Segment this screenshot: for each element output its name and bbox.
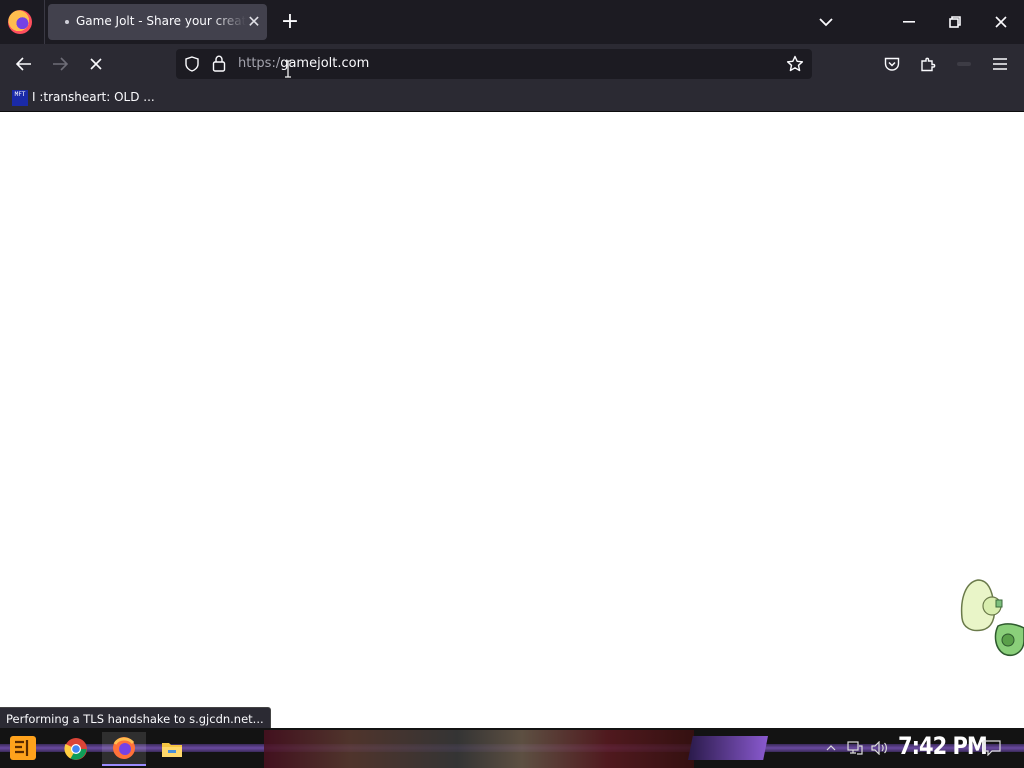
back-button[interactable] [10,50,38,78]
show-hidden-icons-button[interactable] [822,736,840,760]
firefox-icon [113,737,135,759]
list-all-tabs-button[interactable] [812,10,840,34]
taskbar-decorative-accent [688,736,768,760]
chevron-up-icon [826,745,836,751]
forward-button[interactable] [46,50,74,78]
desktop-mascot-peridot [960,579,1024,656]
bookmarks-toolbar: MFT I :transheart: OLD ... [0,84,1024,112]
url-host: gamejolt.com [280,56,370,71]
tracking-protection-shield-icon[interactable] [184,56,200,72]
bookmark-label: I :transheart: OLD ... [32,90,155,104]
extension-disabled-button[interactable] [950,50,978,78]
hamburger-menu-icon [993,58,1007,70]
bookmark-favicon: MFT [12,90,28,106]
lock-icon[interactable] [212,55,226,72]
tab-title: Game Jolt - Share your creations [76,14,246,28]
tab-close-icon[interactable]: ✕ [244,12,264,32]
screen: Game Jolt - Share your creations ✕ + [0,0,1024,768]
close-window-button[interactable] [978,0,1024,44]
extension-icon [957,62,971,66]
tab-strip: Game Jolt - Share your creations ✕ + [0,0,1024,44]
text-cursor-icon [285,60,291,78]
taskbar-file-explorer[interactable] [150,732,194,766]
url-text[interactable]: https:/gamejolt.com [238,56,369,71]
taskbar-decorative-banner [264,730,694,768]
extensions-button[interactable] [914,50,942,78]
close-icon [995,16,1007,28]
pocket-icon [884,57,900,71]
bookmark-star-icon[interactable] [786,55,804,73]
taskbar-firefox[interactable] [102,732,146,766]
minimize-icon [903,21,915,23]
page-content [0,113,1024,728]
network-icon [847,741,863,755]
tab-separator [44,0,45,44]
url-bar[interactable]: https:/gamejolt.com [176,49,812,79]
notification-icon [983,740,1001,756]
taskbar-clock[interactable]: 7:42 PM [898,732,988,760]
start-button-icon[interactable] [8,734,38,762]
stop-loading-button[interactable] [82,50,110,78]
volume-button[interactable] [868,736,892,760]
app-menu-button[interactable] [986,50,1014,78]
restore-icon [949,16,961,28]
stop-icon [90,58,102,70]
taskbar-chrome[interactable] [54,732,98,766]
forward-arrow-icon [53,57,68,71]
status-tooltip: Performing a TLS handshake to s.gjcdn.ne… [0,707,271,729]
minimize-button[interactable] [886,0,932,44]
firefox-menu-icon[interactable] [8,10,32,34]
restore-button[interactable] [932,0,978,44]
network-button[interactable] [844,736,866,760]
tab-gamejolt[interactable]: Game Jolt - Share your creations ✕ [48,4,267,40]
windows-taskbar: 7:42 PM [0,728,1024,768]
chrome-icon [64,738,87,760]
speaker-icon [871,741,887,755]
file-explorer-icon [162,743,182,757]
action-center-button[interactable] [978,736,1006,760]
url-scheme: https:/ [238,56,281,71]
loading-dot-icon [65,20,69,24]
puzzle-icon [921,57,936,72]
pocket-button[interactable] [878,50,906,78]
navigation-toolbar: https:/gamejolt.com [0,44,1024,84]
new-tab-button[interactable]: + [278,10,302,34]
back-arrow-icon [16,57,31,71]
chevron-down-icon [819,18,833,27]
